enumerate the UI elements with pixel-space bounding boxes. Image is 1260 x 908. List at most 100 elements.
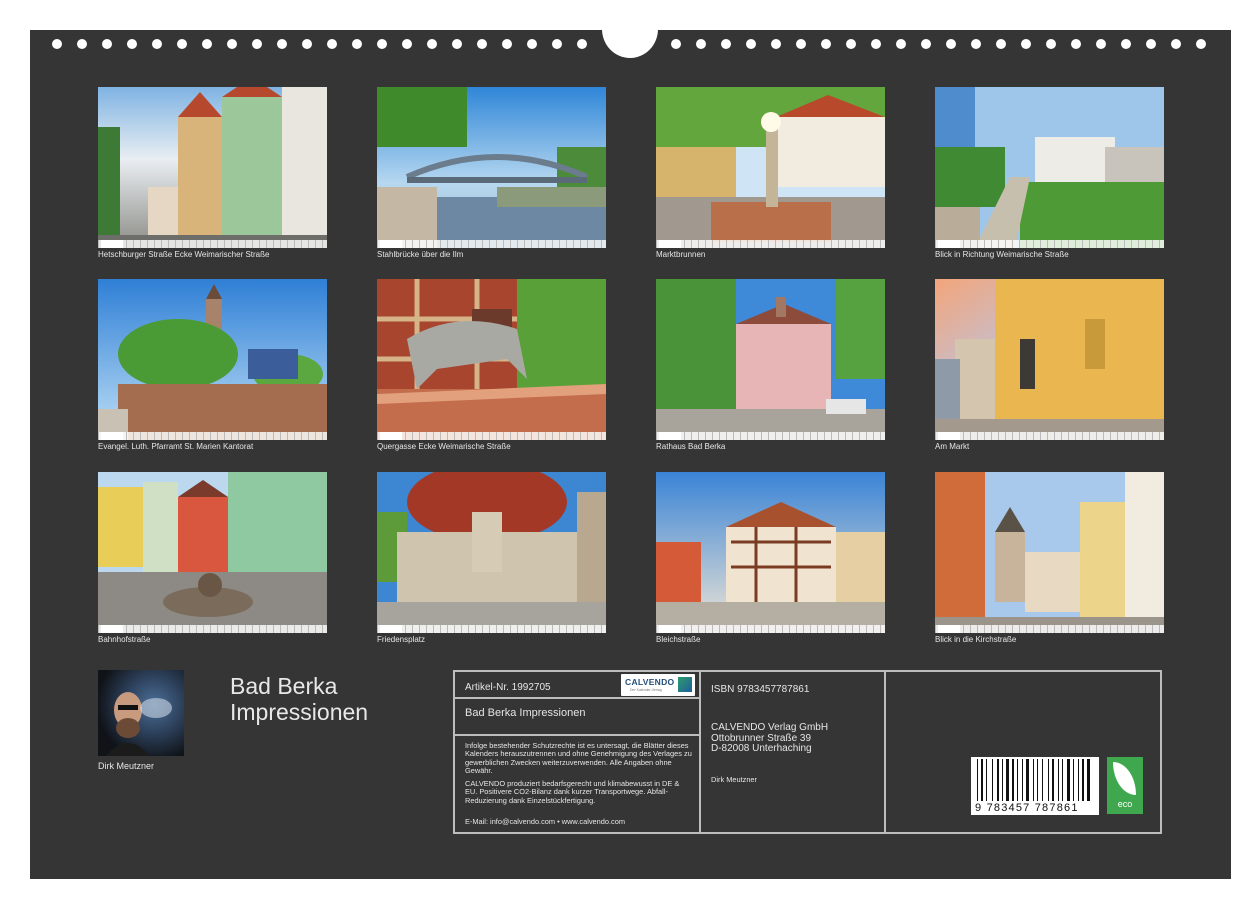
barcode-bar [1073, 759, 1074, 801]
photo-caption: Quergasse Ecke Weimarische Straße [377, 442, 511, 451]
barcode-bar [1082, 759, 1084, 801]
isbn: ISBN 9783457787861 [711, 684, 810, 695]
barcode-bar [1048, 759, 1049, 801]
contact-info: E-Mail: info@calvendo.com • www.calvendo… [465, 817, 626, 826]
eco-notice: CALVENDO produziert bedarfsgerecht und k… [465, 779, 680, 805]
binding-hole [996, 39, 1006, 49]
barcode-bar [1052, 759, 1054, 801]
barcode: 9 783457 787861 [971, 757, 1099, 815]
barcode-bar [981, 759, 983, 801]
eco-badge: eco [1107, 757, 1143, 814]
photo-caption: Rathaus Bad Berka [656, 442, 726, 451]
binding-hole [846, 39, 856, 49]
binding-hole [527, 39, 537, 49]
legal-notice: Infolge bestehender Schutzrechte ist es … [465, 741, 692, 776]
photo-caption: Am Markt [935, 442, 970, 451]
photo-october [377, 472, 606, 633]
barcode-bar [1078, 759, 1079, 801]
calendar-back-page: Hetschburger Straße Ecke Weimarischer St… [30, 0, 1231, 879]
barcode-bar [1058, 759, 1059, 801]
binding-hole [477, 39, 487, 49]
eco-label: eco [1117, 799, 1133, 809]
logo-name: CALVENDO [625, 677, 675, 687]
binding-hole [327, 39, 337, 49]
binding-hole [552, 39, 562, 49]
photo-march [656, 87, 885, 248]
binding-hole [1071, 39, 1081, 49]
photo-june [377, 279, 606, 440]
barcode-bar [1017, 759, 1018, 801]
binding-hole [871, 39, 881, 49]
binding-hole [227, 39, 237, 49]
calendar-title: Bad Berka Impressionen [230, 673, 368, 725]
binding-hole [352, 39, 362, 49]
binding-hole [1171, 39, 1181, 49]
binding-hole [402, 39, 412, 49]
barcode-bar [1026, 759, 1029, 801]
binding-hole [302, 39, 312, 49]
barcode-bar [1062, 759, 1063, 801]
photo-caption: Marktbrunnen [656, 250, 706, 259]
calvendo-logo: CALVENDO Der Kalender-Verlag [621, 674, 695, 696]
barcode-bar [1087, 759, 1090, 801]
photo-november [656, 472, 885, 633]
barcode-bar [1033, 759, 1034, 801]
binding-hole [671, 39, 681, 49]
binding-hole [721, 39, 731, 49]
author-name: Dirk Meutzner [98, 761, 155, 771]
photo-caption: Blick in Richtung Weimarische Straße [935, 250, 1069, 259]
author-credit: Dirk Meutzner [711, 775, 757, 784]
binding-hole [127, 39, 137, 49]
logo-mark-icon [678, 677, 692, 692]
calendar-title-line1: Bad Berka [230, 673, 338, 699]
photo-september [98, 472, 327, 633]
barcode-bar [1037, 759, 1038, 801]
barcode-bar [1012, 759, 1014, 801]
product-title: Bad Berka Impressionen [465, 707, 586, 719]
binding-hole [502, 39, 512, 49]
binding-hole [1146, 39, 1156, 49]
binding-hole [252, 39, 262, 49]
binding-hole [821, 39, 831, 49]
calendar-title-line2: Impressionen [230, 699, 369, 725]
binding-hole [577, 39, 587, 49]
binding-hole [427, 39, 437, 49]
binding-hole [1021, 39, 1031, 49]
barcode-bar [977, 759, 978, 801]
barcode-number: 9 783457 787861 [975, 802, 1079, 814]
barcode-bar [986, 759, 987, 801]
barcode-bars [977, 759, 1090, 801]
barcode-bar [1022, 759, 1023, 801]
photo-may [98, 279, 327, 440]
logo-tagline: Der Kalender-Verlag [630, 688, 662, 692]
binding-hole [1121, 39, 1131, 49]
photo-august [935, 279, 1164, 440]
product-info-box: Artikel-Nr. 1992705 CALVENDO Der Kalende… [453, 670, 1162, 834]
photo-caption: Stahlbrücke über die Ilm [377, 250, 464, 259]
binding-hole [152, 39, 162, 49]
leaf-icon [1113, 762, 1136, 795]
publisher-name: CALVENDO Verlag GmbH [711, 722, 829, 733]
photo-caption: Bleichstraße [656, 635, 701, 644]
photo-caption: Friedensplatz [377, 635, 426, 644]
author-portrait [98, 670, 184, 756]
binding-hole [202, 39, 212, 49]
article-number: Artikel-Nr. 1992705 [465, 682, 551, 693]
binding-hole [946, 39, 956, 49]
photo-caption: Blick in die Kirchstraße [935, 635, 1017, 644]
binding-hole [896, 39, 906, 49]
binding-hole [746, 39, 756, 49]
binding-hole [452, 39, 462, 49]
binding-hole [102, 39, 112, 49]
photo-caption: Hetschburger Straße Ecke Weimarischer St… [98, 250, 270, 259]
binding-hole [921, 39, 931, 49]
barcode-bar [1002, 759, 1003, 801]
binding-hole [796, 39, 806, 49]
barcode-bar [997, 759, 999, 801]
binding-hole [971, 39, 981, 49]
binding-hole [77, 39, 87, 49]
photo-april [935, 87, 1164, 248]
binding-hole [1196, 39, 1206, 49]
publisher-city: D-82008 Unterhaching [711, 743, 812, 754]
barcode-bar [1006, 759, 1009, 801]
